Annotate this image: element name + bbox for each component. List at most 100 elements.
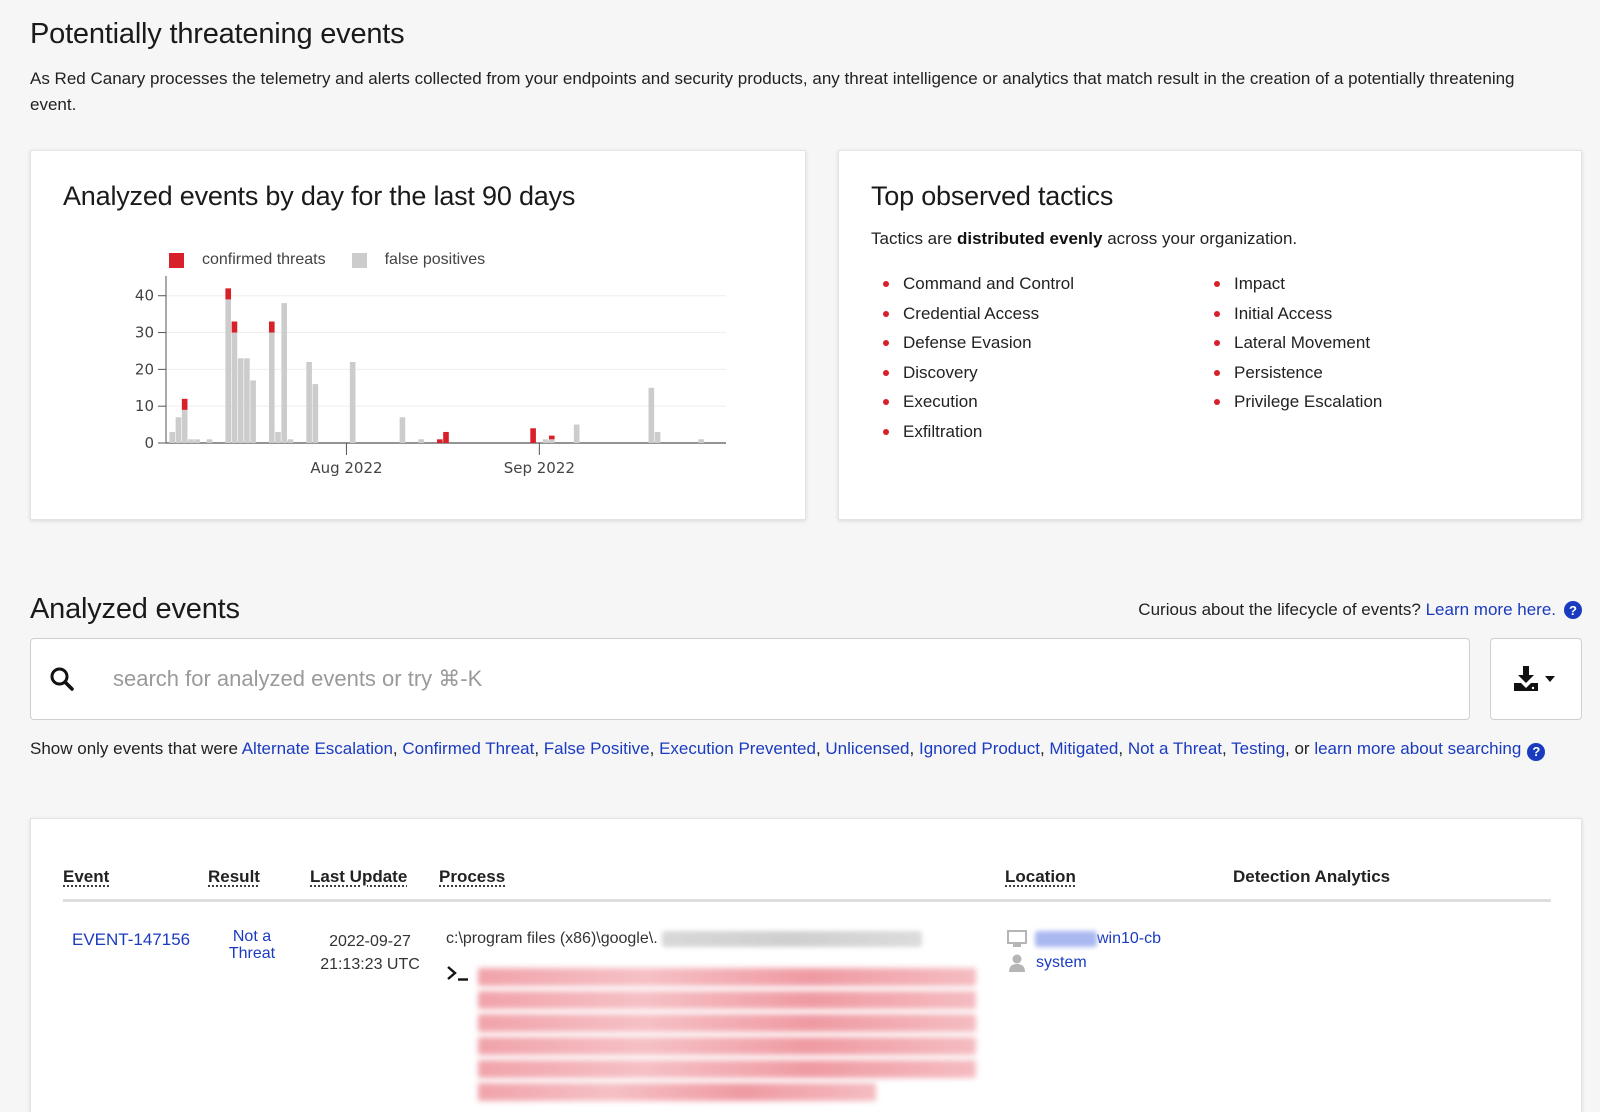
filter-link-alternate-escalation[interactable]: Alternate Escalation: [242, 739, 393, 758]
lifecycle-learn-more-link[interactable]: Learn more here.: [1426, 600, 1556, 620]
tactic-item: Initial Access: [1214, 299, 1382, 329]
bar-confirmed-threat: [443, 431, 449, 443]
tactic-item: Privilege Escalation: [1214, 387, 1382, 417]
last-update-date: 2022-09-27: [329, 933, 411, 950]
lifecycle-text: Curious about the lifecycle of events?: [1138, 600, 1421, 619]
bar-false-positive: [648, 387, 655, 443]
bar-false-positive: [654, 431, 661, 443]
y-tick-label: 0: [144, 434, 154, 452]
redacted-filename: [662, 930, 923, 947]
tactics-summary-bold: distributed evenly: [956, 229, 1103, 248]
column-header-process[interactable]: Process: [439, 867, 505, 887]
search-input[interactable]: [113, 666, 1413, 692]
bar-false-positive: [418, 439, 424, 443]
tactic-item: Credential Access: [883, 299, 1074, 329]
tactics-list-left: Command and Control Credential Access Defe…: [883, 269, 1074, 446]
bar-false-positive: [237, 358, 244, 443]
redacted-command-line: [478, 968, 976, 1106]
tactic-item: Execution: [883, 387, 1074, 417]
bar-false-positive: [250, 380, 256, 443]
bar-false-positive: [287, 439, 294, 443]
location-user: system: [1007, 954, 1087, 972]
bar-false-positive: [698, 439, 704, 443]
bar-false-positive: [548, 439, 555, 443]
page-title: Potentially threatening events: [30, 18, 405, 50]
y-tick-label: 30: [135, 324, 154, 342]
x-tick-label: Sep 2022: [504, 459, 575, 477]
tactics-summary-prefix: Tactics are: [871, 229, 957, 248]
filter-link-false-positive[interactable]: False Positive: [544, 739, 650, 758]
filter-link-ignored-product[interactable]: Ignored Product: [919, 739, 1040, 758]
export-download-button[interactable]: [1490, 638, 1582, 720]
bar-false-positive: [175, 417, 182, 443]
events-chart-card: Analyzed events by day for the last 90 d…: [30, 150, 806, 520]
redacted-domain: [1035, 931, 1097, 947]
lifecycle-help: Curious about the lifecycle of events? L…: [1138, 600, 1582, 620]
computer-icon: [1007, 930, 1027, 947]
bar-false-positive: [231, 332, 238, 443]
user-icon: [1009, 954, 1025, 972]
tactics-summary-suffix: across your organization.: [1102, 229, 1298, 248]
tactic-item: Defense Evasion: [883, 328, 1074, 358]
filter-link-not-a-threat[interactable]: Not a Threat: [1128, 739, 1222, 758]
y-tick-label: 40: [135, 287, 154, 305]
y-tick-label: 10: [135, 397, 154, 415]
download-icon: [1514, 666, 1555, 691]
column-header-last-update[interactable]: Last Update: [310, 867, 407, 887]
bar-false-positive: [281, 303, 288, 443]
bar-false-positive: [225, 299, 232, 443]
filter-link-confirmed-threat[interactable]: Confirmed Threat: [402, 739, 534, 758]
bar-false-positive: [399, 417, 406, 443]
column-header-event[interactable]: Event: [63, 867, 109, 887]
bar-confirmed-threat: [268, 321, 275, 333]
page-description: As Red Canary processes the telemetry an…: [30, 69, 1515, 114]
bar-false-positive: [206, 439, 213, 443]
bar-false-positive: [169, 431, 176, 443]
bar-confirmed-threat: [548, 435, 555, 440]
location-host: win10-cb: [1007, 930, 1161, 948]
event-id-link[interactable]: EVENT-147156: [72, 930, 190, 950]
command-line-prompt-icon: [446, 964, 470, 987]
tactics-title: Top observed tactics: [871, 181, 1114, 211]
help-icon[interactable]: ?: [1527, 742, 1546, 761]
bar-false-positive: [542, 439, 549, 443]
bar-false-positive: [306, 362, 312, 443]
search-box: [30, 638, 1470, 720]
bar-false-positive: [349, 362, 356, 443]
column-header-result[interactable]: Result: [208, 867, 260, 887]
column-header-location[interactable]: Location: [1005, 867, 1076, 887]
user-link[interactable]: system: [1036, 954, 1087, 972]
filters-or: , or: [1285, 739, 1310, 758]
bar-confirmed-threat: [225, 288, 232, 300]
last-update-cell: 2022-09-27 21:13:23 UTC: [305, 930, 435, 976]
result-link[interactable]: Not a Threat: [222, 928, 282, 962]
column-header-detection-analytics: Detection Analytics: [1233, 867, 1391, 886]
table-header-divider: [63, 899, 1551, 902]
tactic-item: Lateral Movement: [1214, 328, 1382, 358]
filters-prefix: Show only events that were: [30, 739, 238, 758]
host-link[interactable]: win10-cb: [1097, 930, 1161, 948]
bar-false-positive: [181, 409, 188, 443]
result-filters: Show only events that were Alternate Esc…: [30, 735, 1570, 762]
last-update-time: 21:13:23 UTC: [320, 956, 420, 973]
tactics-summary: Tactics are distributed evenly across yo…: [871, 229, 1297, 249]
tactic-item: Persistence: [1214, 358, 1382, 388]
bar-false-positive: [268, 332, 275, 443]
bar-false-positive: [275, 431, 281, 443]
bar-false-positive: [312, 384, 319, 443]
help-icon[interactable]: ?: [1564, 601, 1582, 619]
filter-link-mitigated[interactable]: Mitigated: [1049, 739, 1118, 758]
filter-link-testing[interactable]: Testing: [1231, 739, 1285, 758]
tactic-item: Discovery: [883, 358, 1074, 388]
search-icon: [50, 667, 74, 691]
process-path: c:\program files (x86)\google\.: [446, 930, 923, 948]
bar-confirmed-threat: [436, 439, 443, 443]
filter-link-unlicensed[interactable]: Unlicensed: [825, 739, 909, 758]
bar-confirmed-threat: [231, 321, 238, 333]
tactic-item: Exfiltration: [883, 417, 1074, 447]
filter-link-execution-prevented[interactable]: Execution Prevented: [659, 739, 816, 758]
bar-confirmed-threat: [181, 398, 188, 410]
tactics-list-right: Impact Initial Access Lateral Movement Pers…: [1214, 269, 1382, 417]
learn-more-searching-link[interactable]: learn more about searching: [1314, 739, 1521, 758]
x-tick-label: Aug 2022: [310, 459, 382, 477]
